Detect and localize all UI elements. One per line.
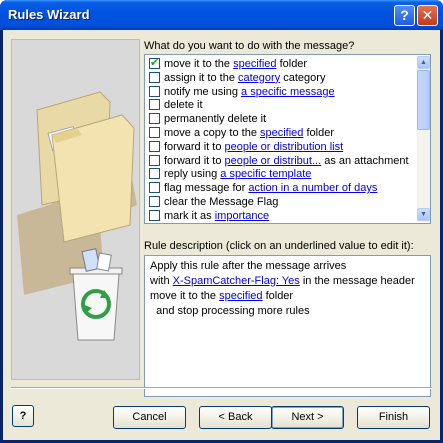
action-item[interactable]: move it to the specified folder [147,56,415,71]
action-label: flag message for action in a number of d… [164,181,377,195]
action-text-suffix: category [280,71,326,84]
action-item[interactable]: forward it to people or distribut... as … [147,154,415,168]
action-label: move a copy to the specified folder [164,126,334,140]
action-value-link[interactable]: a specific template [220,168,311,180]
title-help-button[interactable]: ? [394,5,415,26]
footer-separator [11,387,432,389]
action-checkbox[interactable] [149,127,160,138]
action-text: permanently delete it [164,113,267,126]
back-button[interactable]: < Back [199,406,272,429]
action-checkbox[interactable] [149,209,160,221]
actions-prompt-label: What do you want to do with the message? [144,40,355,52]
action-text-suffix: folder [303,127,334,139]
scroll-thumb[interactable] [417,70,430,130]
action-label: notify me using a specific message [164,85,335,99]
action-item[interactable]: reply using a specific template [147,167,415,181]
action-checkbox[interactable] [149,56,160,69]
action-value-link[interactable]: specified [233,58,276,70]
scroll-up-arrow-icon[interactable]: ▲ [417,56,430,69]
action-checkbox[interactable] [149,71,160,83]
action-checkbox[interactable] [149,168,160,180]
actions-scrollbar[interactable]: ▲ ▼ [417,56,430,222]
specified-folder-link[interactable]: specified [219,290,262,302]
action-value-link[interactable]: people or distribut... [225,155,322,167]
desc-header-text: in the message header [299,275,415,287]
action-label: assign it to the category category [164,71,325,85]
action-text: reply using [164,168,221,181]
actions-list[interactable]: ▲ ▼ move it to the specified folderassig… [144,54,431,224]
action-label: permanently delete it [164,112,266,126]
desc-folder-text: folder [262,290,294,302]
next-button[interactable]: Next > [271,406,344,429]
action-checkbox[interactable] [149,182,160,194]
close-button[interactable]: ✕ [417,5,438,26]
action-checkbox[interactable] [149,85,160,97]
action-checkbox[interactable] [149,196,160,207]
action-value-link[interactable]: category [238,72,280,84]
action-checkbox[interactable] [149,113,160,125]
action-item[interactable]: flag message for action in a number of d… [147,181,415,195]
action-label: clear the Message Flag [164,195,278,209]
action-item[interactable]: delete it [147,98,415,112]
action-label: move it to the specified folder [164,57,307,71]
action-checkbox[interactable] [149,99,160,111]
action-value-link[interactable]: people or distribution list [225,141,344,153]
action-label: forward it to people or distribut... as … [164,154,409,168]
action-item[interactable]: clear the Message Flag [147,195,415,209]
desc-line-action: move it to the specified folder [150,289,293,303]
wizard-illustration [11,39,140,380]
action-text: move a copy to the [164,127,260,139]
action-text: move it to the [164,58,234,70]
desc-with-text: with [150,275,173,287]
action-label: delete it [164,98,203,112]
action-text: notify me using [164,85,242,98]
rule-description-box: Apply this rule after the message arrive… [144,255,431,397]
title-bar[interactable]: Rules Wizard ? ✕ [0,0,443,30]
action-text: assign it to the [164,71,238,84]
action-text: forward it to [164,154,225,167]
dialog-client-area: What do you want to do with the message?… [3,30,440,440]
cancel-button[interactable]: Cancel [113,406,186,429]
window-title: Rules Wizard [8,7,90,22]
action-text: flag message for [164,182,249,195]
action-text-suffix: folder [276,58,308,70]
rules-wizard-window: Rules Wizard ? ✕ What do you want to do … [0,0,443,443]
action-value-link[interactable]: a specific message [241,86,335,98]
action-value-link[interactable]: importance [215,210,269,222]
action-text: delete it [164,99,203,112]
desc-line-stop: and stop processing more rules [150,305,310,317]
action-item[interactable]: mark it as importance [147,209,415,223]
action-text: forward it to [164,140,225,153]
action-label: mark it as importance [164,209,269,223]
action-value-link[interactable]: action in a number of days [248,182,377,194]
action-item[interactable]: notify me using a specific message [147,85,415,99]
rule-description-label: Rule description (click on an underlined… [144,240,414,252]
desc-line-apply: Apply this rule after the message arrive… [150,260,347,272]
action-checkbox[interactable] [149,140,160,152]
action-value-link[interactable]: specified [260,127,303,139]
help-button[interactable]: ? [12,405,34,427]
folders-recycle-bin-image [12,40,139,379]
action-item[interactable]: forward it to people or distribution lis… [147,140,415,154]
action-item[interactable]: move a copy to the specified folder [147,126,415,140]
action-text-suffix: as an attachment [321,154,409,167]
spamcatcher-flag-link[interactable]: X-SpamCatcher-Flag: Yes [173,275,300,287]
action-text: clear the Message Flag [164,196,279,208]
finish-button[interactable]: Finish [357,406,430,429]
action-text: mark it as [164,209,215,222]
action-item[interactable]: permanently delete it [147,112,415,126]
action-label: forward it to people or distribution lis… [164,140,343,154]
action-checkbox[interactable] [149,154,160,166]
action-label: reply using a specific template [164,167,311,181]
desc-line-condition: with X-SpamCatcher-Flag: Yes in the mess… [150,274,415,288]
desc-move-text: move it to the [150,290,220,302]
action-item[interactable]: assign it to the category category [147,71,415,85]
scroll-down-arrow-icon[interactable]: ▼ [417,208,430,221]
